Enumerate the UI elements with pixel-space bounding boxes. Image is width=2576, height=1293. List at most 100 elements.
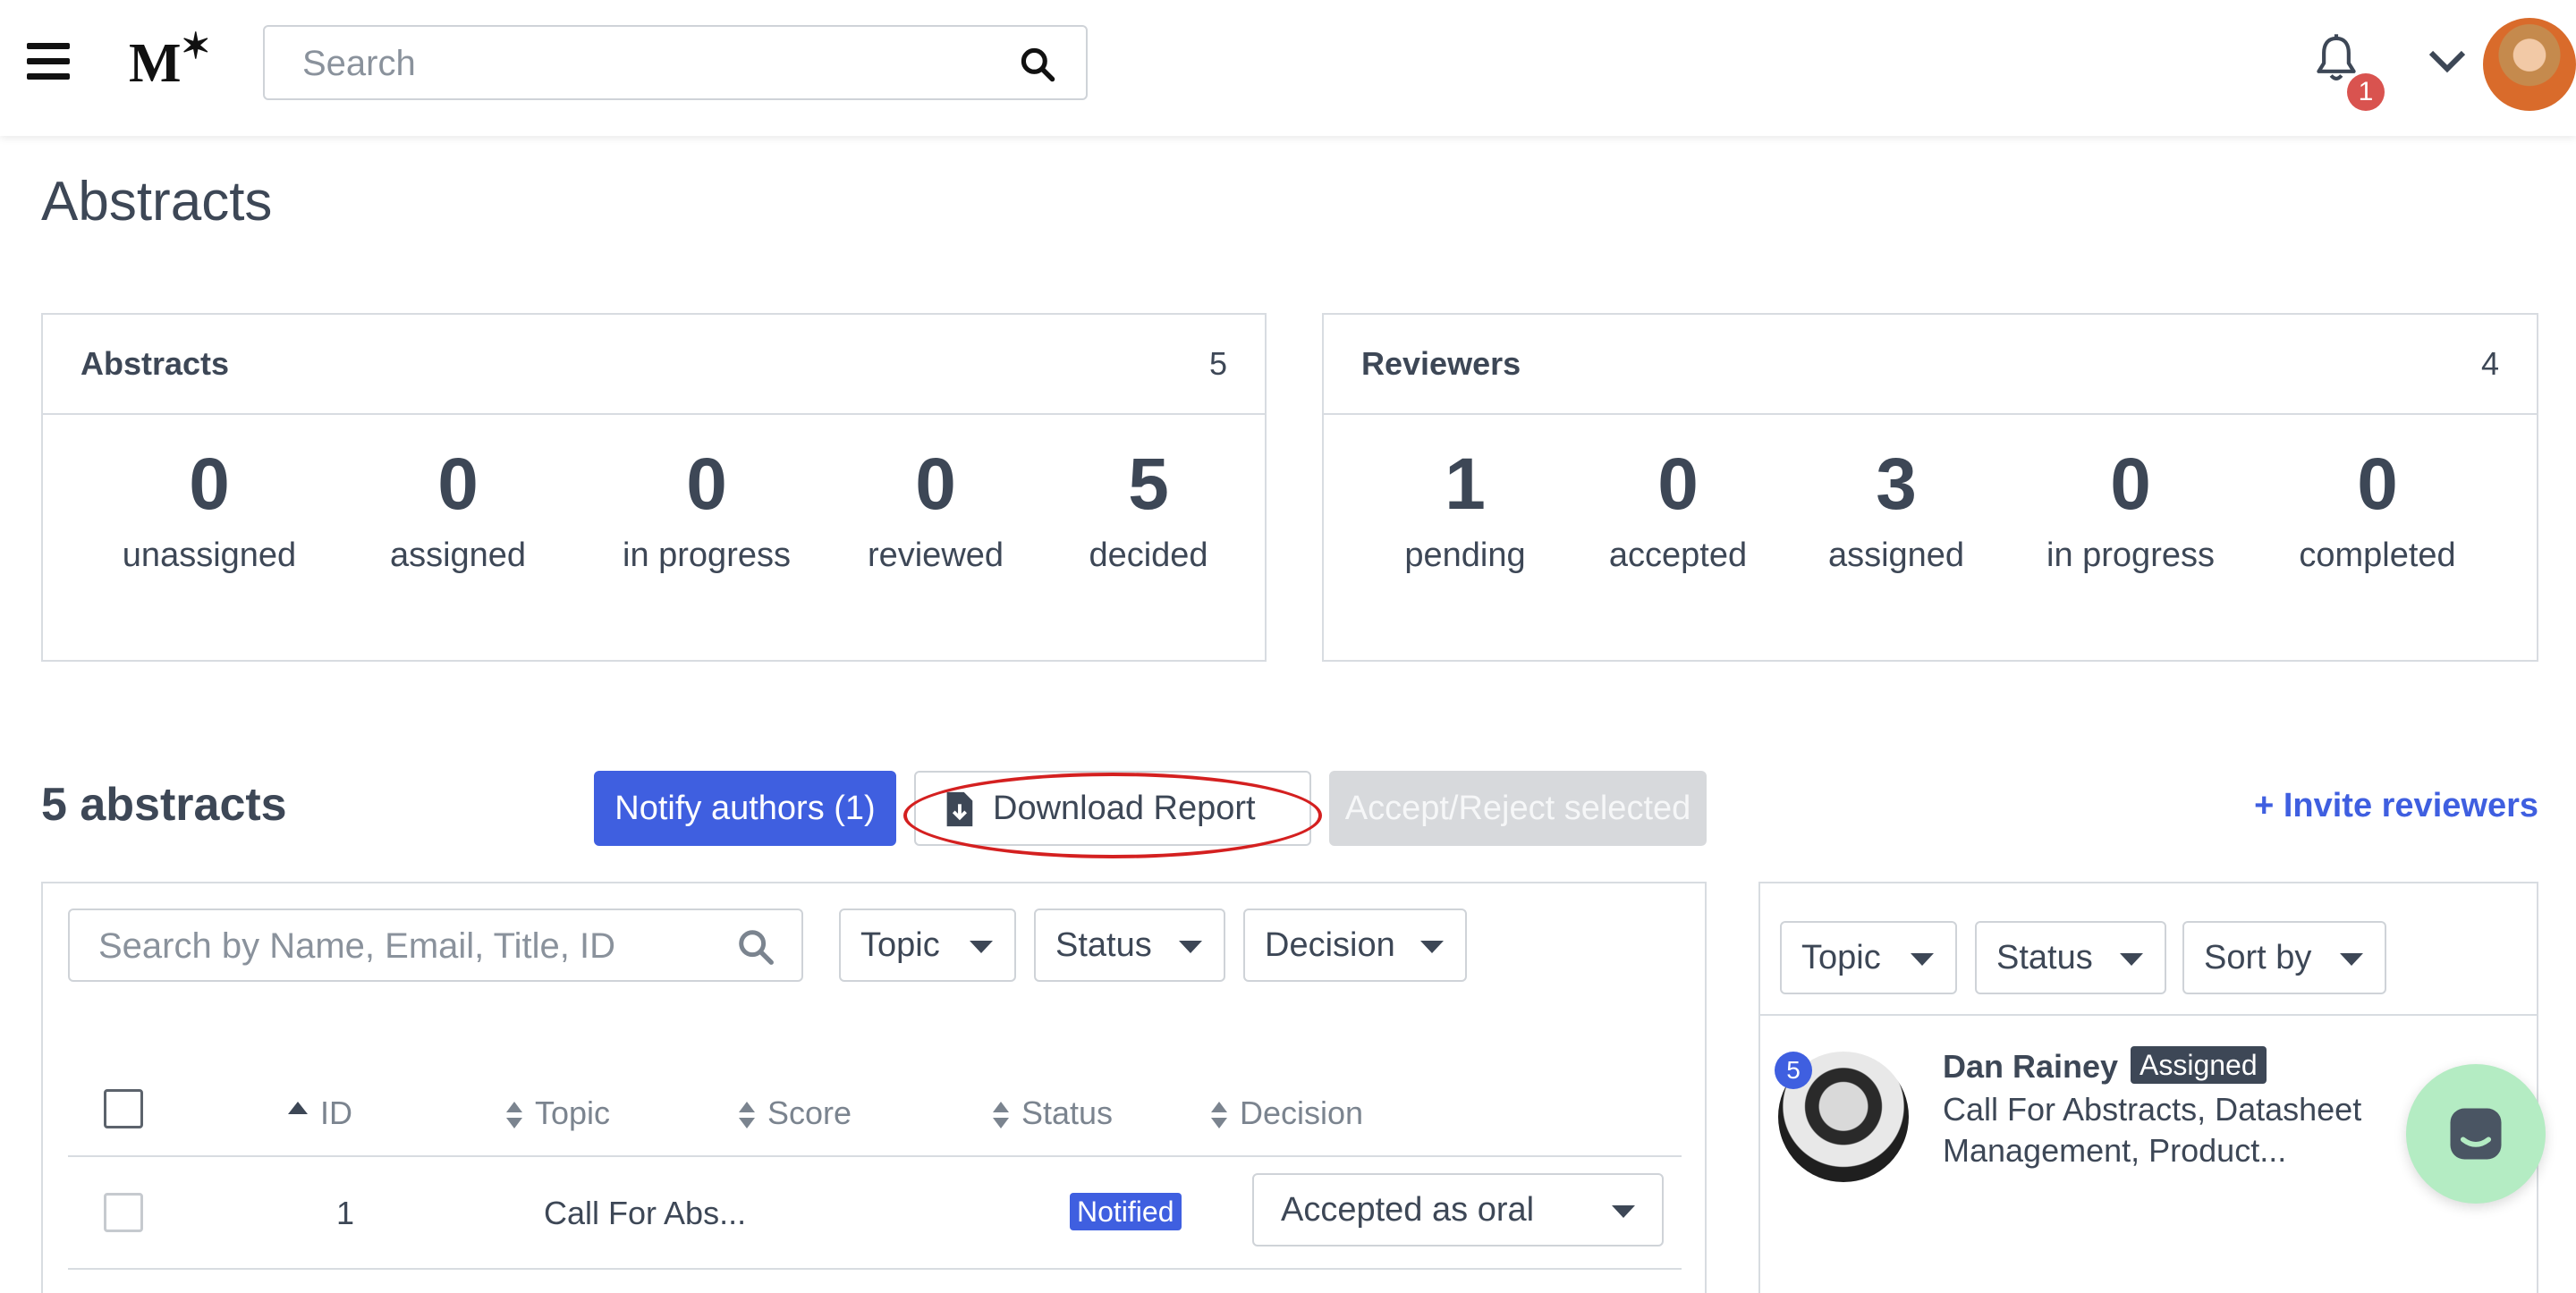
stat-label: assigned xyxy=(1827,537,1965,574)
stat-value: 0 xyxy=(2110,444,2151,525)
column-topic-header[interactable]: Topic xyxy=(506,1094,610,1132)
stat-label: in progress xyxy=(2046,537,2215,574)
stat-value: 1 xyxy=(1445,444,1486,525)
reviewer-topic-filter-dropdown[interactable]: Topic xyxy=(1780,921,1957,994)
caret-down-icon xyxy=(2120,953,2143,966)
sort-icon xyxy=(506,1102,522,1129)
sort-asc-icon xyxy=(288,1102,308,1115)
stat-label: accepted xyxy=(1608,537,1748,574)
card-title: Abstracts xyxy=(80,345,230,382)
stat-value: 0 xyxy=(2357,444,2398,525)
dropdown-label: Sort by xyxy=(2204,939,2312,976)
abstracts-count-heading: 5 abstracts xyxy=(41,779,287,831)
caret-down-icon xyxy=(1612,1205,1635,1218)
select-all-checkbox[interactable] xyxy=(104,1089,143,1128)
stat-pending: 1 pending xyxy=(1376,440,1555,575)
reviewer-status-filter-dropdown[interactable]: Status xyxy=(1975,921,2166,994)
abstracts-summary-card: Abstracts 5 0 unassigned 0 assigned 0 in… xyxy=(41,313,1267,662)
global-search xyxy=(263,25,1088,100)
decision-value: Accepted as oral xyxy=(1281,1191,1535,1229)
row-id: 1 xyxy=(336,1195,355,1231)
decision-filter-dropdown[interactable]: Decision xyxy=(1243,908,1467,982)
column-decision-header[interactable]: Decision xyxy=(1211,1094,1363,1132)
stat-label: unassigned xyxy=(122,537,297,574)
stat-unassigned: 0 unassigned xyxy=(120,440,299,575)
stat-value: 0 xyxy=(1657,444,1699,525)
stat-in-progress: 0 in progress xyxy=(590,440,823,575)
caret-down-icon xyxy=(2340,953,2363,966)
caret-down-icon xyxy=(970,941,993,953)
column-score-header[interactable]: Score xyxy=(739,1094,852,1132)
stat-value: 0 xyxy=(915,444,956,525)
stat-value: 0 xyxy=(686,444,727,525)
dropdown-label: Decision xyxy=(1265,926,1395,964)
sort-icon xyxy=(993,1102,1009,1129)
global-search-input[interactable] xyxy=(301,39,984,88)
stat-decided: 5 decided xyxy=(1059,440,1238,575)
accept-reject-selected-button[interactable]: Accept/Reject selected xyxy=(1329,771,1707,846)
user-avatar[interactable] xyxy=(2483,18,2576,111)
column-id-header[interactable]: ID xyxy=(288,1094,352,1132)
card-count: 5 xyxy=(1208,345,1227,382)
stat-value: 3 xyxy=(1876,444,1917,525)
reviewer-status-tag: Assigned xyxy=(2131,1046,2267,1084)
row-checkbox[interactable] xyxy=(104,1193,143,1232)
abstract-search xyxy=(68,908,803,982)
stat-label: in progress xyxy=(623,537,791,574)
top-bar: M✶ 1 xyxy=(0,0,2576,136)
dropdown-label: Status xyxy=(1055,926,1152,964)
dropdown-label: Topic xyxy=(860,926,940,964)
card-title: Reviewers xyxy=(1361,345,1521,382)
column-label: ID xyxy=(320,1094,352,1131)
reviewers-list-panel: Topic Status Sort by 5 Dan Rainey Assign… xyxy=(1758,882,2538,1293)
status-filter-dropdown[interactable]: Status xyxy=(1034,908,1225,982)
reviewer-sort-dropdown[interactable]: Sort by xyxy=(2182,921,2386,994)
hamburger-menu-icon[interactable] xyxy=(27,39,73,84)
abstract-search-input[interactable] xyxy=(97,923,726,969)
stat-reviewed: 0 reviewed xyxy=(846,440,1025,575)
table-row[interactable]: 1 Call For Abs... Notified Accepted as o… xyxy=(68,1157,1682,1270)
app-logo[interactable]: M ✶ xyxy=(129,26,211,96)
page-title: Abstracts xyxy=(41,171,273,232)
column-label: Topic xyxy=(535,1094,611,1131)
chat-launcher-button[interactable] xyxy=(2406,1064,2546,1204)
reviewer-name[interactable]: Dan Rainey xyxy=(1943,1048,2118,1086)
search-icon[interactable] xyxy=(735,926,776,968)
caret-down-icon xyxy=(1911,953,1934,966)
reviewers-summary-card: Reviewers 4 1 pending 0 accepted 3 assig… xyxy=(1322,313,2538,662)
column-status-header[interactable]: Status xyxy=(993,1094,1113,1132)
table-header: ID Topic Score Status Decision xyxy=(68,1062,1682,1157)
stat-in-progress: 0 in progress xyxy=(2014,440,2247,575)
search-icon[interactable] xyxy=(1018,45,1057,84)
stat-assigned: 0 assigned xyxy=(369,440,547,575)
caret-down-icon xyxy=(1420,941,1444,953)
reviewer-assignment-count-badge: 5 xyxy=(1775,1052,1812,1089)
download-document-icon xyxy=(946,791,973,827)
dropdown-label: Status xyxy=(1996,939,2093,976)
notify-authors-button[interactable]: Notify authors (1) xyxy=(594,771,896,846)
download-report-button[interactable]: Download Report xyxy=(914,771,1311,846)
card-header: Abstracts 5 xyxy=(43,315,1265,415)
dropdown-label: Topic xyxy=(1801,939,1881,976)
stat-accepted: 0 accepted xyxy=(1589,440,1767,575)
abstracts-table-panel: Topic Status Decision ID Topic Score Sta… xyxy=(41,882,1707,1293)
download-report-label: Download Report xyxy=(993,790,1256,827)
stat-value: 5 xyxy=(1128,444,1169,525)
stat-label: completed xyxy=(2299,537,2456,574)
column-label: Score xyxy=(767,1094,852,1131)
decision-select[interactable]: Accepted as oral xyxy=(1252,1173,1664,1247)
chat-icon xyxy=(2450,1108,2502,1160)
sort-icon xyxy=(739,1102,755,1129)
stat-value: 0 xyxy=(189,444,230,525)
sort-icon xyxy=(1211,1102,1227,1129)
stat-label: reviewed xyxy=(867,537,1004,574)
topic-filter-dropdown[interactable]: Topic xyxy=(839,908,1016,982)
stat-assigned: 3 assigned xyxy=(1807,440,1986,575)
reviewer-topics: Call For Abstracts, Datasheet Management… xyxy=(1943,1091,2362,1169)
invite-reviewers-link[interactable]: + Invite reviewers xyxy=(2254,787,2538,825)
row-topic: Call For Abs... xyxy=(544,1195,747,1231)
chevron-down-icon[interactable] xyxy=(2426,46,2469,77)
card-header: Reviewers 4 xyxy=(1324,315,2537,415)
column-label: Status xyxy=(1021,1094,1114,1131)
stat-label: pending xyxy=(1404,537,1526,574)
